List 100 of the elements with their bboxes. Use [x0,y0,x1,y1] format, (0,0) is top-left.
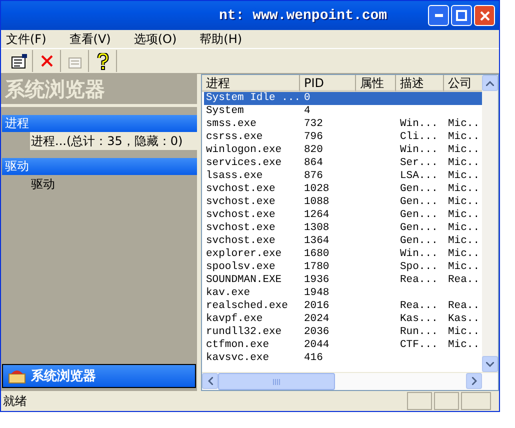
table-cell-text: winlogon.exe [205,144,283,157]
table-row[interactable]: svchost.exe 1028 Gen... Mic... [204,183,482,196]
table-cell-text: svchost.exe [205,209,276,222]
table-cell-text: 1364 [303,235,330,248]
table-cell-text: Mic... [447,235,482,248]
table-row[interactable]: services.exe 864 Ser... Mic... [204,157,482,170]
table-cell-text: Gen... [399,209,439,222]
table-cell-text: 1936 [303,274,330,287]
column-header[interactable]: 属性 [356,75,396,92]
table-cell-text: 1780 [303,261,330,274]
table-cell-text: Mic... [447,157,482,170]
menu-item[interactable]: 文件(F) [3,30,50,48]
menu-item[interactable]: 帮助(H) [196,30,246,48]
table-row[interactable]: svchost.exe 1308 Gen... Mic... [204,222,482,235]
table-cell-text: Kas... [447,313,482,326]
table-cell-text: Mic... [447,170,482,183]
table-cell-text: kav.exe [205,287,252,300]
table-row[interactable]: svchost.exe 1364 Gen... Mic... [204,235,482,248]
table-cell-text: Gen... [399,222,439,235]
table-row[interactable]: svchost.exe 1088 Gen... Mic... [204,196,482,209]
table-cell-text: 864 [303,157,324,170]
table-cell-text: ctfmon.exe [205,339,270,352]
scroll-thumb[interactable] [218,373,335,390]
table-cell-text: Mic... [447,144,482,157]
table-cell-text: spoolsv.exe [205,261,276,274]
table-row[interactable]: kav.exe 1948 [204,287,482,300]
column-header[interactable]: 描述 [396,75,444,92]
group-header[interactable]: 进程 [2,115,197,132]
sidebar-item[interactable]: 驱动 [30,175,197,193]
sidebar-footer-tab[interactable]: 系统浏览器 [2,364,196,388]
table-row[interactable]: lsass.exe 876 LSA... Mic... [204,170,482,183]
window-title: nt: www.wenpoint.com [219,8,388,24]
vertical-scrollbar[interactable] [482,75,498,372]
table-cell-text: explorer.exe [205,248,283,261]
table-cell-text: svchost.exe [205,196,276,209]
status-panel [407,392,432,410]
sidebar-item[interactable]: 进程...(总计：35，隐藏：0) [30,132,197,150]
minimize-icon [434,14,442,17]
table-cell-text: Run... [399,326,439,339]
table-cell-text: 1680 [303,248,330,261]
table-cell-text: 1088 [303,196,330,209]
table-cell-text: svchost.exe [205,235,276,248]
table-cell-text: 0 [303,92,312,105]
table-cell-text: Mic... [447,196,482,209]
table-row[interactable]: svchost.exe 1264 Gen... Mic... [204,209,482,222]
table-cell-text: svchost.exe [205,222,276,235]
table-cell-text: 796 [303,131,324,144]
table-row[interactable]: explorer.exe 1680 Win... Mic... [204,248,482,261]
table-row[interactable]: System Idle ... 0 [204,92,482,105]
table-row[interactable]: rundll32.exe 2036 Run... Mic... [204,326,482,339]
table-cell-text: Mic... [447,118,482,131]
table-cell-text: Spo... [399,261,439,274]
table-cell-text: 2024 [303,313,330,326]
table-cell-text: Mic... [447,261,482,274]
table-row[interactable]: smss.exe 732 Win... Mic... [204,118,482,131]
table-cell-text: 2044 [303,339,330,352]
table-row[interactable]: winlogon.exe 820 Win... Mic... [204,144,482,157]
table-cell-text: Win... [399,118,439,131]
table-row[interactable]: kavsvc.exe 416 [204,352,482,365]
table-row[interactable]: realsched.exe 2016 Rea... Rea... [204,300,482,313]
table-row[interactable]: csrss.exe 796 Cli... Mic... [204,131,482,144]
table-cell-text: Rea... [447,274,482,287]
maximize-button[interactable] [451,5,472,26]
column-header[interactable]: 进程 [202,75,300,92]
horizontal-scrollbar[interactable] [202,372,498,390]
close-button[interactable] [474,5,495,26]
group-header[interactable]: 驱动 [2,158,197,175]
table-cell-text: csrss.exe [205,131,264,144]
table-cell-text: 1308 [303,222,330,235]
maximize-icon [456,10,467,21]
status-panel [461,392,491,410]
table-row[interactable]: SOUNDMAN.EXE 1936 Rea... Rea... [204,274,482,287]
column-header[interactable]: PID [300,75,356,92]
table-row[interactable]: System 4 [204,105,482,118]
table-cell-text: SOUNDMAN.EXE [205,274,283,287]
table-cell-text: Mic... [447,248,482,261]
table-row[interactable]: kavpf.exe 2024 Kas... Kas... [204,313,482,326]
table-cell-text: smss.exe [205,118,258,131]
table-cell-text: Mic... [447,339,482,352]
table-cell-text: realsched.exe [205,300,289,313]
table-cell-text: Win... [399,144,439,157]
table-cell-text: Rea... [447,300,482,313]
table-cell-text: Cli... [399,131,439,144]
table-row[interactable]: spoolsv.exe 1780 Spo... Mic... [204,261,482,274]
table-cell-text: Kas... [399,313,439,326]
table-cell-text: System Idle ... [205,92,302,105]
table-cell-text: Mic... [447,222,482,235]
menu-item[interactable]: 选项(O) [130,30,180,48]
column-header[interactable]: 公司 [444,75,482,92]
table-row[interactable]: ctfmon.exe 2044 CTF... Mic... [204,339,482,352]
status-panel [434,392,459,410]
minimize-button[interactable] [428,5,449,26]
table-cell-text: services.exe [205,157,283,170]
table-cell-text: Gen... [399,196,439,209]
table-cell-text: Gen... [399,183,439,196]
close-icon [480,10,490,20]
menu-item[interactable]: 查看(V) [66,30,114,48]
table-cell-text: LSA... [399,170,439,183]
table-cell-text: svchost.exe [205,183,276,196]
table-cell-text: 1264 [303,209,330,222]
